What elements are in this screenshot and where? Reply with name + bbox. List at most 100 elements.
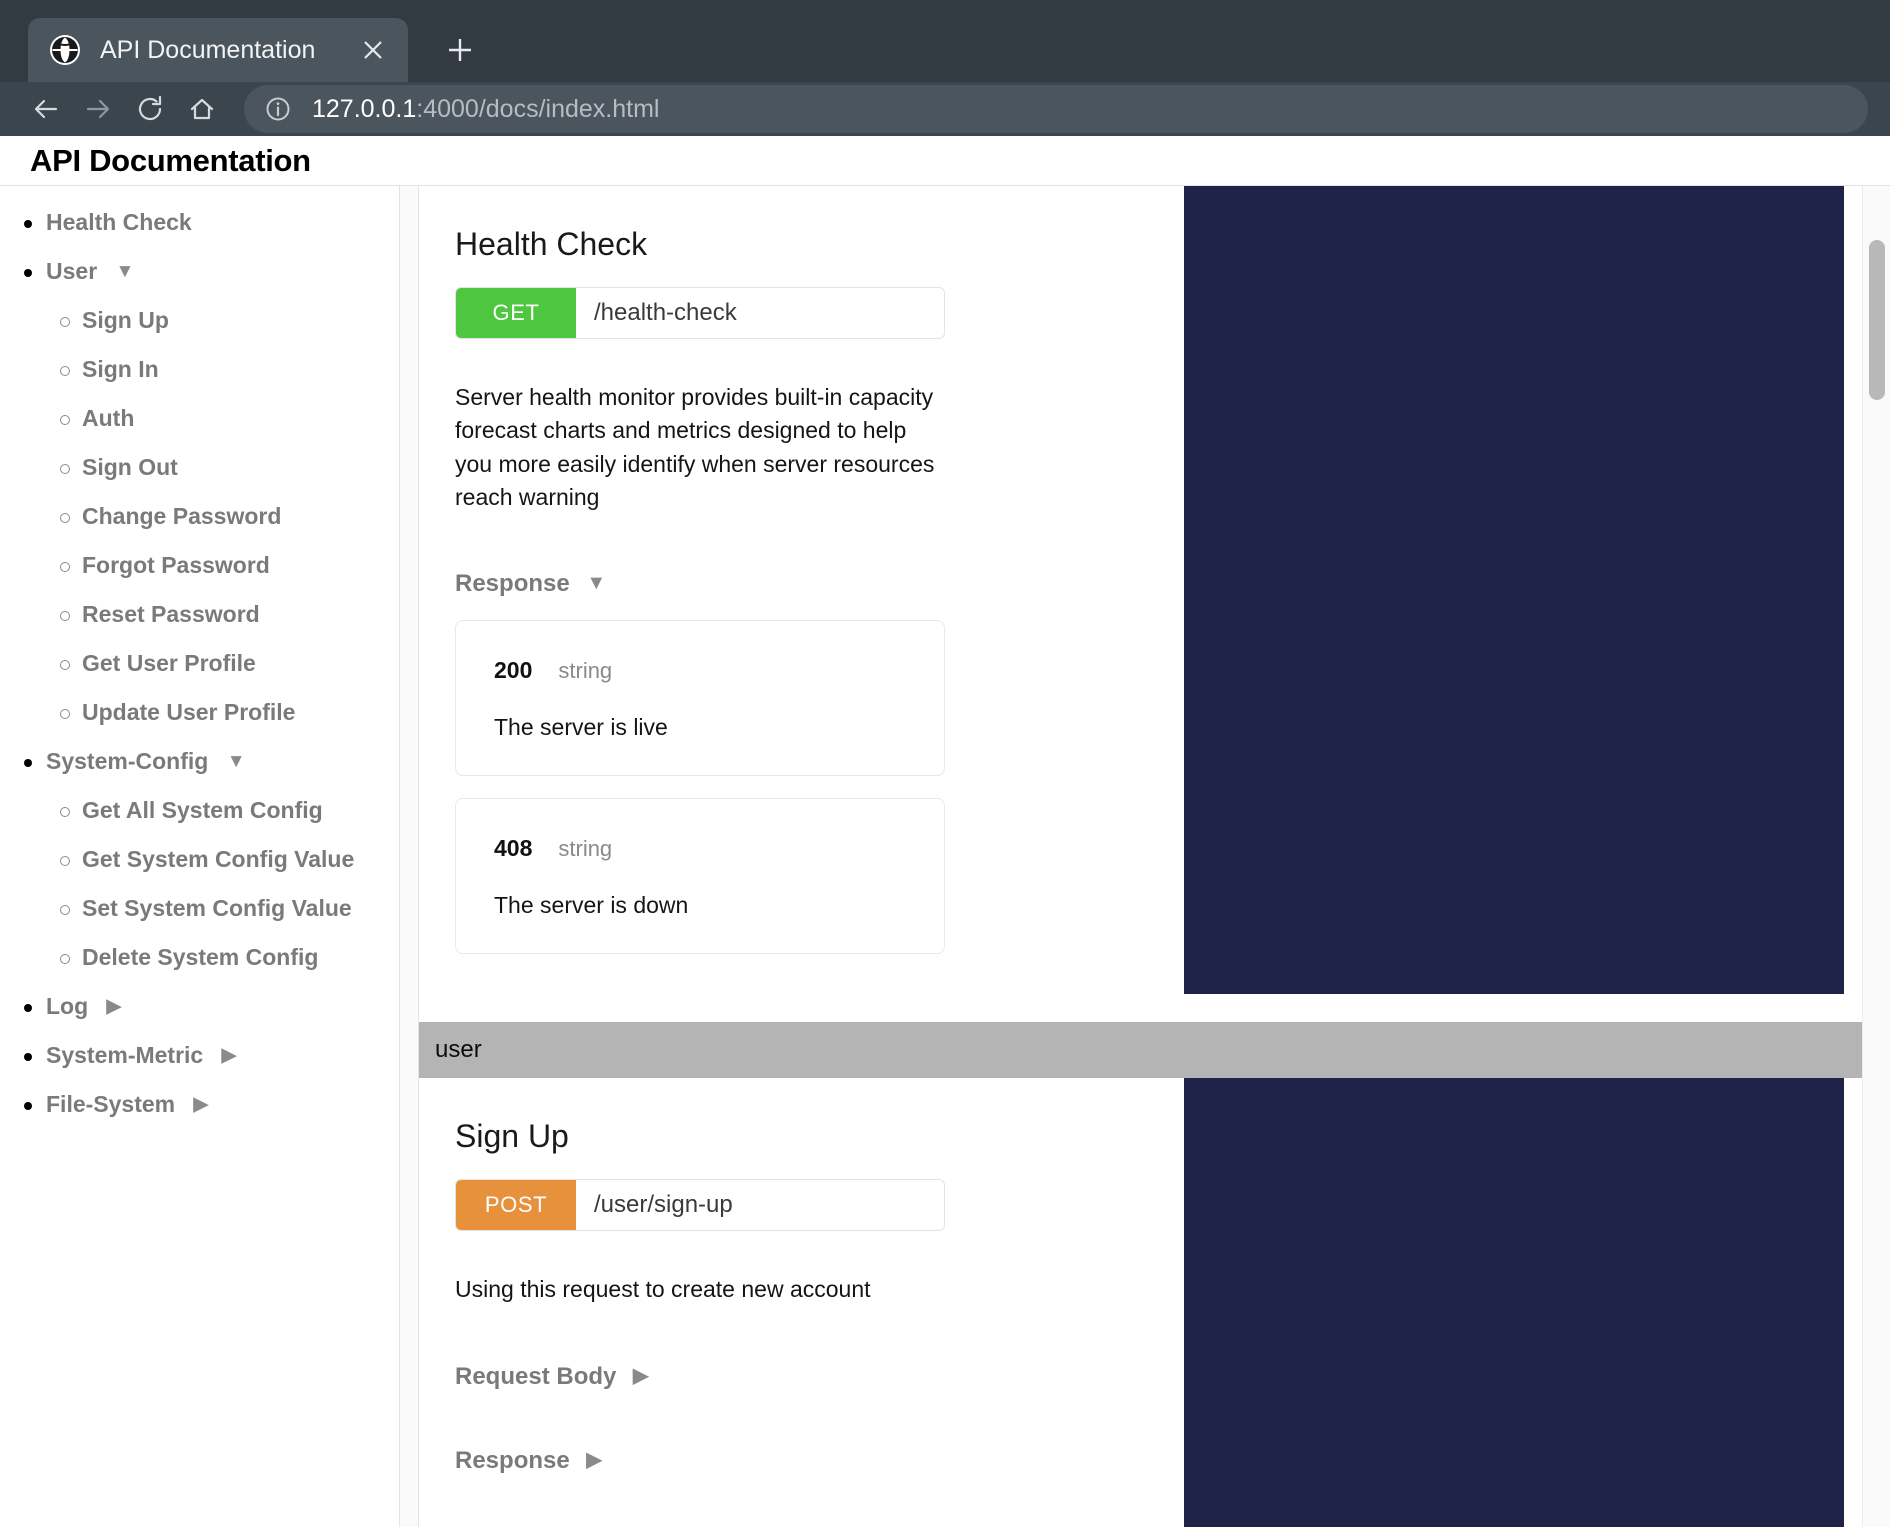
response-section-label: Response: [455, 570, 570, 598]
sidebar-item-forgot-password[interactable]: Forgot Password: [0, 541, 399, 590]
try-it-panel[interactable]: [1184, 186, 1844, 995]
try-it-panel[interactable]: [1184, 1078, 1844, 1527]
endpoint-path: /user/sign-up: [594, 1191, 733, 1219]
info-circle-icon[interactable]: [264, 95, 292, 123]
response-description: The server is down: [494, 892, 689, 919]
sidebar-nav-list: Health Check User ▼ Sign Up Sign In Auth…: [0, 198, 399, 1129]
sidebar-subitem-label: Auth: [82, 405, 135, 431]
sidebar-item-system-config[interactable]: System-Config ▼: [0, 737, 399, 786]
response-status-code: 408: [494, 835, 533, 862]
sidebar-item-file-system[interactable]: File-System ▶: [0, 1080, 399, 1129]
url-text: 127.0.0.1:4000/docs/index.html: [312, 95, 659, 124]
endpoint-try-area: [1019, 1078, 1862, 1527]
vertical-scrollbar-thumb[interactable]: [1869, 240, 1885, 400]
response-card-header: 408 string: [494, 835, 906, 862]
sidebar-item-user[interactable]: User ▼: [0, 247, 399, 296]
sidebar-subitem-label: Sign Up: [82, 307, 169, 333]
chevron-right-icon: ▶: [633, 1364, 649, 1387]
sidebar-item-system-metric[interactable]: System-Metric ▶: [0, 1031, 399, 1080]
sidebar-group-system-config: System-Config ▼ Get All System Config Ge…: [0, 737, 399, 982]
address-bar[interactable]: 127.0.0.1:4000/docs/index.html: [244, 85, 1868, 133]
endpoint-try-area: [1019, 186, 1862, 995]
endpoint-title: Health Check: [455, 226, 648, 262]
sidebar-subitem-label: Reset Password: [82, 601, 260, 627]
sidebar-item-get-user-profile[interactable]: Get User Profile: [0, 639, 399, 688]
sidebar-item-sign-up[interactable]: Sign Up: [0, 296, 399, 345]
endpoint-url-row: GET /health-check: [455, 287, 945, 339]
url-path: :4000/docs/index.html: [416, 94, 660, 123]
reload-icon[interactable]: [126, 85, 174, 133]
chevron-right-icon[interactable]: ▶: [194, 1093, 209, 1116]
endpoint-description: Using this request to create new account: [455, 1276, 871, 1303]
sidebar-subitem-label: Get All System Config: [82, 797, 323, 823]
chevron-down-icon[interactable]: ▼: [227, 751, 246, 773]
sidebar-item-auth[interactable]: Auth: [0, 394, 399, 443]
sidebar-item-label: System-Config: [46, 748, 209, 774]
plus-icon[interactable]: [432, 22, 488, 78]
endpoint-details: Health Check GET /health-check Server he…: [419, 186, 1019, 994]
arrow-right-icon[interactable]: [74, 85, 122, 133]
group-band-label: user: [435, 1036, 482, 1064]
endpoint-path: /health-check: [594, 299, 737, 326]
sidebar-item-get-system-config-value[interactable]: Get System Config Value: [0, 835, 399, 884]
response-section-toggle[interactable]: Response ▶: [455, 1447, 1019, 1475]
endpoint-sign-up: Sign Up POST /user/sign-up Using this re…: [419, 1078, 1862, 1527]
sidebar-subitem-label: Get User Profile: [82, 650, 256, 676]
request-body-section-toggle[interactable]: Request Body ▶: [455, 1363, 1019, 1391]
content-inner: Health Check GET /health-check Server he…: [418, 186, 1862, 1527]
browser-tab[interactable]: API Documentation: [28, 18, 408, 82]
sidebar-item-log[interactable]: Log ▶: [0, 982, 399, 1031]
response-type: string: [558, 836, 613, 862]
home-icon[interactable]: [178, 85, 226, 133]
main-content: Health Check GET /health-check Server he…: [400, 186, 1890, 1527]
endpoint-details: Sign Up POST /user/sign-up Using this re…: [419, 1078, 1019, 1527]
tab-title: API Documentation: [100, 35, 316, 64]
response-section-toggle[interactable]: Response ▼: [455, 570, 1019, 598]
chevron-right-icon[interactable]: ▶: [107, 995, 122, 1018]
sidebar-item-get-all-system-config[interactable]: Get All System Config: [0, 786, 399, 835]
chevron-down-icon[interactable]: ▼: [116, 261, 135, 283]
tab-strip: API Documentation: [0, 0, 1890, 82]
page-body: Health Check User ▼ Sign Up Sign In Auth…: [0, 186, 1890, 1527]
http-method-badge: POST: [456, 1180, 576, 1231]
page-viewport: API Documentation Health Check User ▼ Si…: [0, 136, 1890, 1528]
sidebar-subitem-label: Change Password: [82, 503, 282, 529]
sidebar-subitem-label: Update User Profile: [82, 699, 296, 725]
page-header: API Documentation: [0, 136, 1890, 186]
sidebar-subitem-label: Get System Config Value: [82, 846, 355, 872]
sidebar-subitem-label: Set System Config Value: [82, 895, 352, 921]
close-icon[interactable]: [356, 33, 390, 67]
sidebar-item-update-user-profile[interactable]: Update User Profile: [0, 688, 399, 737]
sidebar-subitem-label: Sign In: [82, 356, 159, 382]
response-status-code: 200: [494, 657, 533, 684]
arrow-left-icon[interactable]: [22, 85, 70, 133]
globe-icon: [50, 35, 80, 65]
response-type: string: [558, 658, 613, 684]
chevron-right-icon: ▶: [586, 1448, 602, 1471]
sidebar-item-label: Log: [46, 993, 89, 1019]
response-card-header: 200 string: [494, 657, 906, 684]
chevron-right-icon[interactable]: ▶: [222, 1044, 237, 1067]
sidebar-item-reset-password[interactable]: Reset Password: [0, 590, 399, 639]
group-band-user: user: [419, 1022, 1862, 1079]
sidebar-item-label: User: [46, 258, 98, 284]
sidebar-subitem-label: Delete System Config: [82, 944, 319, 970]
sidebar-item-label: File-System: [46, 1091, 176, 1117]
sidebar-item-sign-out[interactable]: Sign Out: [0, 443, 399, 492]
sidebar-item-change-password[interactable]: Change Password: [0, 492, 399, 541]
request-body-section-label: Request Body: [455, 1362, 617, 1390]
response-description: The server is live: [494, 714, 668, 741]
url-host: 127.0.0.1: [312, 94, 417, 123]
vertical-scrollbar[interactable]: [1862, 186, 1890, 1527]
sidebar-item-label: Health Check: [46, 209, 192, 235]
response-section-label: Response: [455, 1446, 570, 1474]
sidebar-item-health-check[interactable]: Health Check: [0, 198, 399, 247]
sidebar-item-set-system-config-value[interactable]: Set System Config Value: [0, 884, 399, 933]
chevron-down-icon: ▼: [586, 572, 607, 595]
sidebar-item-sign-in[interactable]: Sign In: [0, 345, 399, 394]
http-method-badge: GET: [456, 288, 576, 338]
endpoint-description: Server health monitor provides built-in …: [455, 384, 935, 511]
sidebar-sublist-user: Sign Up Sign In Auth Sign Out Change Pas…: [0, 296, 399, 737]
sidebar-item-delete-system-config[interactable]: Delete System Config: [0, 933, 399, 982]
sidebar-sublist-system-config: Get All System Config Get System Config …: [0, 786, 399, 982]
